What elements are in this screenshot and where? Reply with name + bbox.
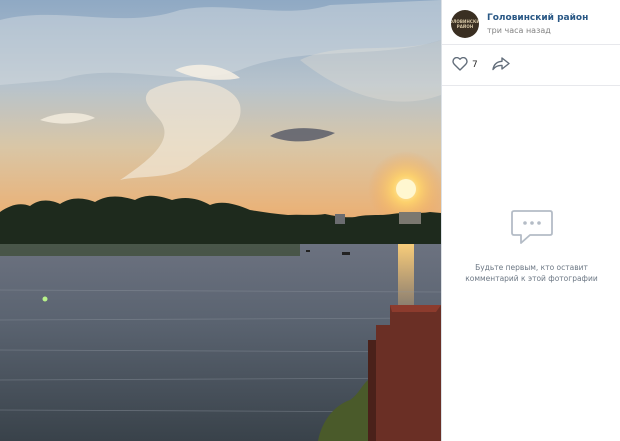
share-button[interactable] — [492, 56, 510, 75]
post-actions: 7 — [442, 45, 620, 86]
sunset-lake-photo — [0, 0, 441, 441]
like-button[interactable]: 7 — [452, 56, 478, 75]
empty-text-line2: комментарий к этой фотографии — [465, 274, 598, 283]
empty-text-line1: Будьте первым, кто оставит — [475, 263, 588, 272]
avatar-text: ГОЛОВИНСКИЙ РАЙОН — [451, 19, 479, 29]
author-meta: Головинский район три часа назад — [487, 13, 588, 35]
author-header: ГОЛОВИНСКИЙ РАЙОН Головинский район три … — [442, 0, 620, 45]
photo[interactable] — [0, 0, 441, 441]
share-arrow-icon — [492, 56, 510, 75]
comment-bubble-icon — [510, 208, 554, 250]
author-avatar[interactable]: ГОЛОВИНСКИЙ РАЙОН — [451, 10, 479, 38]
author-name-link[interactable]: Головинский район — [487, 13, 588, 23]
comments-empty-text: Будьте первым, кто оставит комментарий к… — [442, 262, 620, 284]
photo-viewer: ГОЛОВИНСКИЙ РАЙОН Головинский район три … — [0, 0, 620, 441]
photo-sidebar: ГОЛОВИНСКИЙ РАЙОН Головинский район три … — [441, 0, 620, 441]
comments-empty-state: Будьте первым, кто оставит комментарий к… — [442, 208, 620, 284]
post-time[interactable]: три часа назад — [487, 26, 588, 35]
like-count: 7 — [472, 60, 478, 70]
heart-icon — [452, 56, 468, 75]
